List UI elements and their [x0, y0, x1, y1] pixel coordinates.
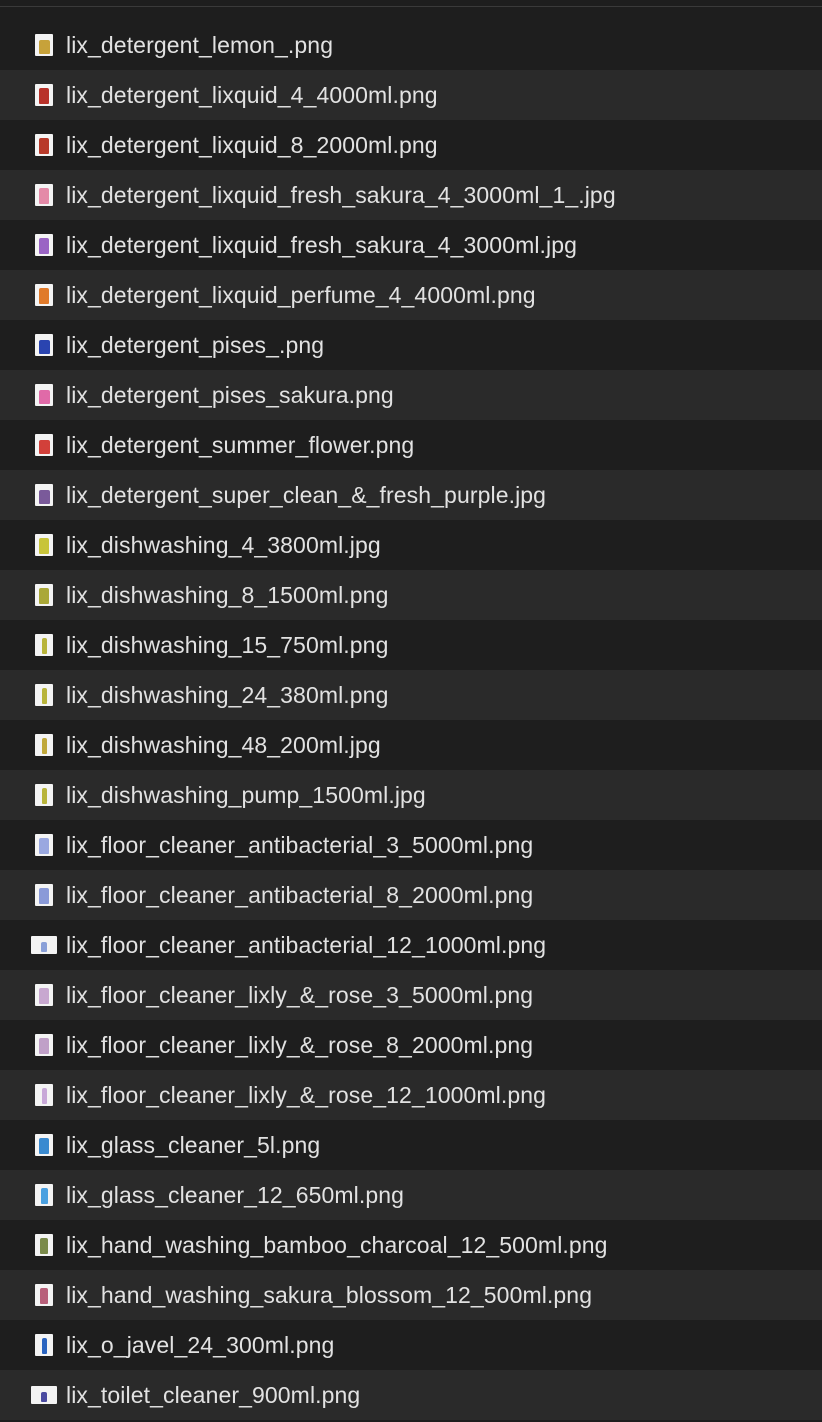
floor-cleaner-thumbnail-icon [24, 930, 64, 960]
detergent-box-thumbnail-icon [24, 380, 64, 410]
file-row[interactable]: lix_toilet_cleaner_900ml.png [0, 1370, 822, 1420]
file-name: lix_detergent_lixquid_4_4000ml.png [66, 81, 438, 108]
dishwashing-bottle-thumbnail-icon [24, 730, 64, 760]
file-row[interactable]: lix_dishwashing_48_200ml.jpg [0, 720, 822, 770]
file-row[interactable]: lix_floor_cleaner_antibacterial_12_1000m… [0, 920, 822, 970]
file-name: lix_floor_cleaner_lixly_&_rose_12_1000ml… [66, 1081, 547, 1108]
file-name: lix_detergent_lixquid_fresh_sakura_4_300… [66, 231, 578, 258]
file-row[interactable]: lix_dishwashing_15_750ml.png [0, 620, 822, 670]
file-name: lix_detergent_summer_flower.png [66, 431, 415, 458]
file-name: lix_dishwashing_24_380ml.png [66, 681, 389, 708]
file-name: lix_o_javel_24_300ml.png [66, 1331, 335, 1358]
file-row[interactable]: lix_o_javel_24_300ml.png [0, 1320, 822, 1370]
floor-cleaner-thumbnail-icon [24, 1030, 64, 1060]
floor-cleaner-thumbnail-icon [24, 980, 64, 1010]
file-name: lix_floor_cleaner_antibacterial_3_5000ml… [66, 831, 534, 858]
dishwashing-pump-thumbnail-icon [24, 780, 64, 810]
file-row[interactable]: lix_floor_cleaner_antibacterial_8_2000ml… [0, 870, 822, 920]
file-name: lix_glass_cleaner_5l.png [66, 1131, 321, 1158]
detergent-bottle-thumbnail-icon [24, 230, 64, 260]
floor-cleaner-thumbnail-icon [24, 1080, 64, 1110]
detergent-bottle-thumbnail-icon [24, 130, 64, 160]
file-row[interactable]: lix_detergent_pises_sakura.png [0, 370, 822, 420]
detergent-box-thumbnail-icon [24, 330, 64, 360]
file-row[interactable]: lix_floor_cleaner_antibacterial_3_5000ml… [0, 820, 822, 870]
file-name: lix_detergent_pises_sakura.png [66, 381, 394, 408]
detergent-bag-thumbnail-icon [24, 480, 64, 510]
file-row[interactable]: lix_detergent_lixquid_fresh_sakura_4_300… [0, 170, 822, 220]
file-name: lix_dishwashing_8_1500ml.png [66, 581, 389, 608]
dishwashing-bottle-thumbnail-icon [24, 630, 64, 660]
floor-cleaner-thumbnail-icon [24, 880, 64, 910]
detergent-box-thumbnail-icon [24, 430, 64, 460]
toilet-cleaner-thumbnail-icon [24, 1380, 64, 1410]
file-row[interactable]: lix_dishwashing_4_3800ml.jpg [0, 520, 822, 570]
file-name: lix_detergent_lixquid_8_2000ml.png [66, 131, 438, 158]
file-row[interactable]: lix_dishwashing_pump_1500ml.jpg [0, 770, 822, 820]
file-row[interactable]: lix_detergent_summer_flower.png [0, 420, 822, 470]
file-name: lix_toilet_cleaner_900ml.png [66, 1381, 361, 1408]
file-row[interactable]: lix_detergent_super_clean_&_fresh_purple… [0, 470, 822, 520]
file-row[interactable]: lix_floor_cleaner_lixly_&_rose_12_1000ml… [0, 1070, 822, 1120]
file-name: lix_detergent_super_clean_&_fresh_purple… [66, 481, 547, 508]
glass-cleaner-thumbnail-icon [24, 1180, 64, 1210]
file-row[interactable]: lix_detergent_pises_.png [0, 320, 822, 370]
file-name: lix_detergent_lixquid_perfume_4_4000ml.p… [66, 281, 536, 308]
file-row[interactable]: lix_detergent_lemon_.png [0, 20, 822, 70]
floor-cleaner-thumbnail-icon [24, 830, 64, 860]
file-name: lix_dishwashing_15_750ml.png [66, 631, 389, 658]
divider [0, 6, 822, 7]
file-name: lix_detergent_lemon_.png [66, 31, 334, 58]
bleach-bottle-thumbnail-icon [24, 1330, 64, 1360]
file-row[interactable]: lix_dishwashing_24_380ml.png [0, 670, 822, 720]
file-row[interactable]: lix_floor_cleaner_lixly_&_rose_8_2000ml.… [0, 1020, 822, 1070]
file-name: lix_detergent_lixquid_fresh_sakura_4_300… [66, 181, 616, 208]
file-name: lix_detergent_pises_.png [66, 331, 325, 358]
detergent-bottle-thumbnail-icon [24, 180, 64, 210]
file-row[interactable]: lix_floor_cleaner_lixly_&_rose_3_5000ml.… [0, 970, 822, 1020]
file-row[interactable]: lix_glass_cleaner_5l.png [0, 1120, 822, 1170]
file-row[interactable]: lix_detergent_lixquid_4_4000ml.png [0, 70, 822, 120]
file-name: lix_floor_cleaner_lixly_&_rose_8_2000ml.… [66, 1031, 534, 1058]
detergent-bottle-thumbnail-icon [24, 80, 64, 110]
file-rows: lix_detergent_lemon_.png lix_detergent_li… [0, 20, 822, 1420]
file-row[interactable]: lix_dishwashing_8_1500ml.png [0, 570, 822, 620]
hand-wash-thumbnail-icon [24, 1230, 64, 1260]
file-row[interactable]: lix_detergent_lixquid_8_2000ml.png [0, 120, 822, 170]
file-list: lix_detergent_lemon_.png lix_detergent_li… [0, 0, 822, 1422]
detergent-bottle-thumbnail-icon [24, 280, 64, 310]
file-name: lix_dishwashing_pump_1500ml.jpg [66, 781, 426, 808]
file-row[interactable]: lix_hand_washing_sakura_blossom_12_500ml… [0, 1270, 822, 1320]
file-name: lix_floor_cleaner_antibacterial_8_2000ml… [66, 881, 534, 908]
hand-wash-thumbnail-icon [24, 1280, 64, 1310]
file-row[interactable]: lix_glass_cleaner_12_650ml.png [0, 1170, 822, 1220]
dishwashing-bottle-thumbnail-icon [24, 680, 64, 710]
dishwashing-jug-thumbnail-icon [24, 530, 64, 560]
file-row[interactable]: lix_detergent_lixquid_perfume_4_4000ml.p… [0, 270, 822, 320]
glass-cleaner-thumbnail-icon [24, 1130, 64, 1160]
file-name: lix_hand_washing_bamboo_charcoal_12_500m… [66, 1231, 608, 1258]
detergent-box-thumbnail-icon [24, 30, 64, 60]
file-row[interactable]: lix_hand_washing_bamboo_charcoal_12_500m… [0, 1220, 822, 1270]
file-name: lix_hand_washing_sakura_blossom_12_500ml… [66, 1281, 593, 1308]
file-row[interactable]: lix_detergent_lixquid_fresh_sakura_4_300… [0, 220, 822, 270]
dishwashing-jug-thumbnail-icon [24, 580, 64, 610]
file-name: lix_floor_cleaner_antibacterial_12_1000m… [66, 931, 547, 958]
file-name: lix_glass_cleaner_12_650ml.png [66, 1181, 405, 1208]
file-name: lix_floor_cleaner_lixly_&_rose_3_5000ml.… [66, 981, 534, 1008]
file-name: lix_dishwashing_4_3800ml.jpg [66, 531, 381, 558]
file-name: lix_dishwashing_48_200ml.jpg [66, 731, 381, 758]
